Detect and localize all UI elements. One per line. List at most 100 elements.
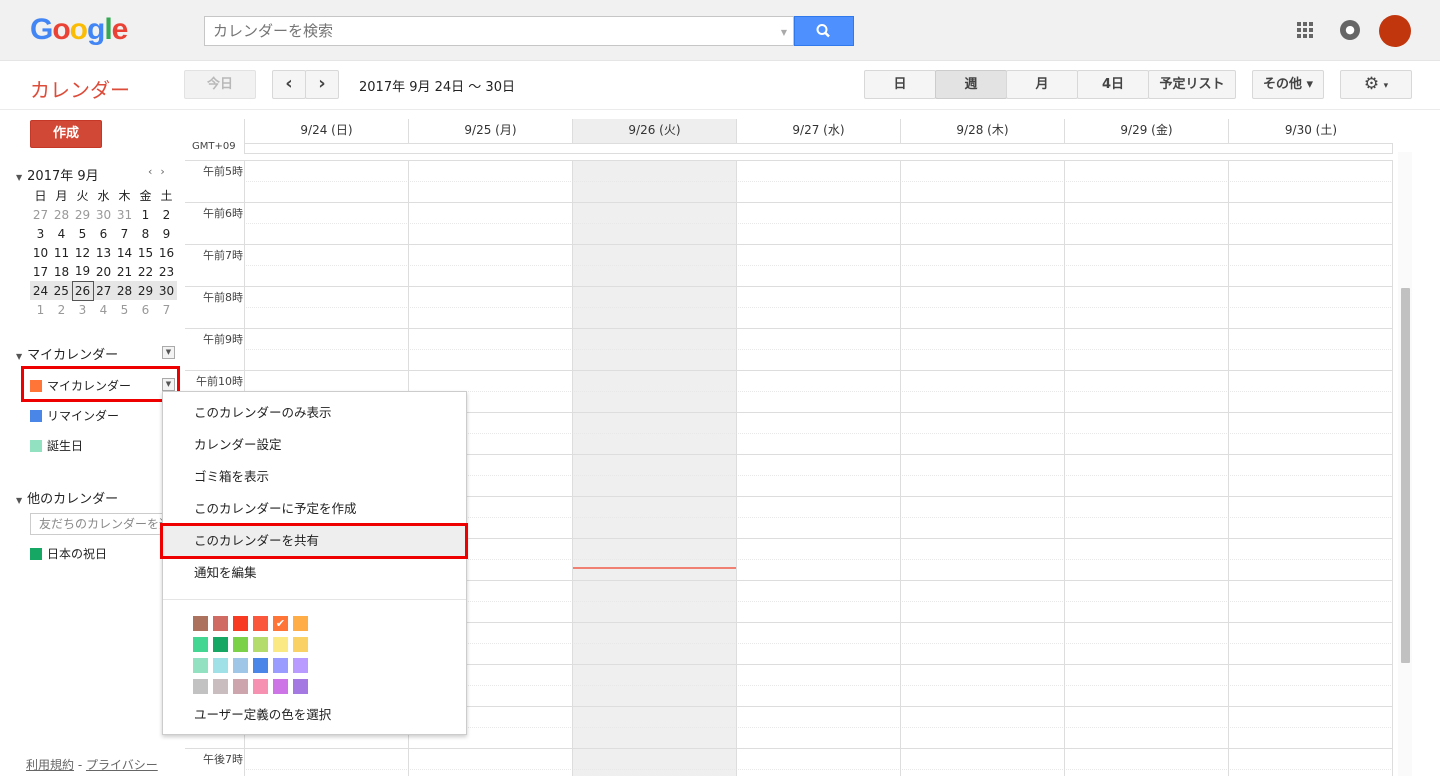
mini-day[interactable]: 14: [114, 243, 135, 262]
color-swatch-option[interactable]: [193, 637, 208, 652]
avatar[interactable]: [1379, 15, 1411, 47]
menu-item-show-trash[interactable]: ゴミ箱を表示: [163, 461, 466, 493]
other-calendars-header[interactable]: ▼ 他のカレンダー: [16, 488, 118, 507]
mini-day[interactable]: 25: [51, 281, 72, 300]
mini-day[interactable]: 1: [135, 205, 156, 224]
search-options-icon[interactable]: ▼: [781, 28, 787, 37]
more-button[interactable]: その他 ▾: [1252, 70, 1324, 99]
menu-item-create-event[interactable]: このカレンダーに予定を作成: [163, 493, 466, 525]
color-swatch-option[interactable]: [193, 658, 208, 673]
color-swatch-option[interactable]: [253, 658, 268, 673]
mini-day[interactable]: 27: [30, 205, 51, 224]
today-button[interactable]: 今日: [184, 70, 256, 99]
day-header[interactable]: 9/30 (土): [1228, 119, 1393, 143]
create-button[interactable]: 作成: [30, 120, 102, 148]
mini-day[interactable]: 2: [156, 205, 177, 224]
mini-day[interactable]: 24: [30, 281, 51, 300]
mini-day[interactable]: 3: [30, 224, 51, 243]
color-swatch-option[interactable]: [293, 616, 308, 631]
mini-day[interactable]: 18: [51, 262, 72, 281]
mini-day[interactable]: 30: [93, 205, 114, 224]
color-swatch-option[interactable]: [253, 679, 268, 694]
day-header[interactable]: 9/29 (金): [1064, 119, 1228, 143]
settings-button[interactable]: ⚙ ▾: [1340, 70, 1412, 99]
mini-day[interactable]: 20: [93, 262, 114, 281]
mini-day[interactable]: 22: [135, 262, 156, 281]
mini-day[interactable]: 2: [51, 300, 72, 319]
calendar-item-reminders[interactable]: リマインダー: [30, 407, 119, 424]
mini-day[interactable]: 27: [93, 281, 114, 300]
view-day-button[interactable]: 日: [864, 70, 936, 99]
google-logo[interactable]: Google: [30, 13, 128, 47]
mini-day[interactable]: 5: [114, 300, 135, 319]
mini-day[interactable]: 5: [72, 224, 93, 243]
color-swatch-option[interactable]: [213, 679, 228, 694]
day-header-today[interactable]: 9/26 (火): [572, 119, 736, 143]
view-week-button[interactable]: 週: [935, 70, 1007, 99]
color-swatch-option[interactable]: [293, 658, 308, 673]
prev-week-button[interactable]: ‹: [272, 70, 306, 99]
color-swatch-option[interactable]: [193, 679, 208, 694]
color-swatch-option[interactable]: [253, 637, 268, 652]
next-week-button[interactable]: ›: [305, 70, 339, 99]
mini-calendar-title[interactable]: ▼ 2017年 9月: [16, 165, 99, 184]
mini-day[interactable]: 29: [135, 281, 156, 300]
mini-day-today[interactable]: 26: [71, 280, 94, 301]
mini-day[interactable]: 12: [72, 243, 93, 262]
calendar-item-japan-holidays[interactable]: 日本の祝日: [30, 545, 107, 562]
mini-day[interactable]: 7: [156, 300, 177, 319]
menu-item-calendar-settings[interactable]: カレンダー設定: [163, 429, 466, 461]
color-swatch-option[interactable]: [293, 679, 308, 694]
menu-item-edit-notifications[interactable]: 通知を編集: [163, 557, 466, 589]
menu-item-show-only-this[interactable]: このカレンダーのみ表示: [163, 397, 466, 429]
search-button[interactable]: [794, 16, 854, 46]
mini-day[interactable]: 19: [72, 262, 93, 281]
mini-day[interactable]: 23: [156, 262, 177, 281]
apps-grid-icon[interactable]: [1297, 22, 1313, 38]
color-swatch-option[interactable]: [233, 616, 248, 631]
view-agenda-button[interactable]: 予定リスト: [1148, 70, 1236, 99]
mini-day[interactable]: 11: [51, 243, 72, 262]
mini-day[interactable]: 30: [156, 281, 177, 300]
day-header[interactable]: 9/25 (月): [408, 119, 572, 143]
color-swatch-option[interactable]: [233, 637, 248, 652]
color-swatch-option[interactable]: [213, 616, 228, 631]
mini-day[interactable]: 1: [30, 300, 51, 319]
color-swatch-option[interactable]: [233, 658, 248, 673]
mini-day[interactable]: 21: [114, 262, 135, 281]
mini-calendar-nav[interactable]: ‹›: [148, 165, 173, 178]
mini-day[interactable]: 4: [51, 224, 72, 243]
mini-day[interactable]: 9: [156, 224, 177, 243]
color-swatch-option[interactable]: [273, 658, 288, 673]
mini-day[interactable]: 17: [30, 262, 51, 281]
color-swatch-option[interactable]: [233, 679, 248, 694]
mini-day[interactable]: 10: [30, 243, 51, 262]
add-friend-calendar-input[interactable]: 友だちのカレンダーを追加: [30, 513, 164, 535]
day-header[interactable]: 9/28 (木): [900, 119, 1064, 143]
mini-day[interactable]: 3: [72, 300, 93, 319]
my-calendars-header[interactable]: ▼ マイカレンダー: [16, 344, 118, 363]
view-month-button[interactable]: 月: [1006, 70, 1078, 99]
privacy-link[interactable]: プライバシー: [86, 758, 158, 772]
notifications-icon[interactable]: ●: [1340, 20, 1360, 40]
menu-item-custom-color[interactable]: ユーザー定義の色を選択: [163, 699, 466, 731]
mini-day[interactable]: 6: [93, 224, 114, 243]
search-input[interactable]: [205, 17, 765, 45]
mini-day[interactable]: 16: [156, 243, 177, 262]
day-header[interactable]: 9/27 (水): [736, 119, 900, 143]
app-title[interactable]: カレンダー: [30, 74, 130, 103]
scrollbar-thumb[interactable]: [1401, 288, 1410, 663]
color-swatch-option[interactable]: [273, 679, 288, 694]
mini-day[interactable]: 28: [114, 281, 135, 300]
color-swatch-option[interactable]: [193, 616, 208, 631]
color-swatch-option[interactable]: [213, 658, 228, 673]
mini-day[interactable]: 13: [93, 243, 114, 262]
mini-day[interactable]: 6: [135, 300, 156, 319]
mini-day[interactable]: 8: [135, 224, 156, 243]
mini-day[interactable]: 4: [93, 300, 114, 319]
my-calendars-menu-icon[interactable]: ▼: [162, 346, 175, 359]
color-swatch-selected[interactable]: ✔: [273, 616, 288, 631]
mini-day[interactable]: 28: [51, 205, 72, 224]
day-header[interactable]: 9/24 (日): [244, 119, 408, 143]
calendar-item-birthdays[interactable]: 誕生日: [30, 437, 83, 454]
